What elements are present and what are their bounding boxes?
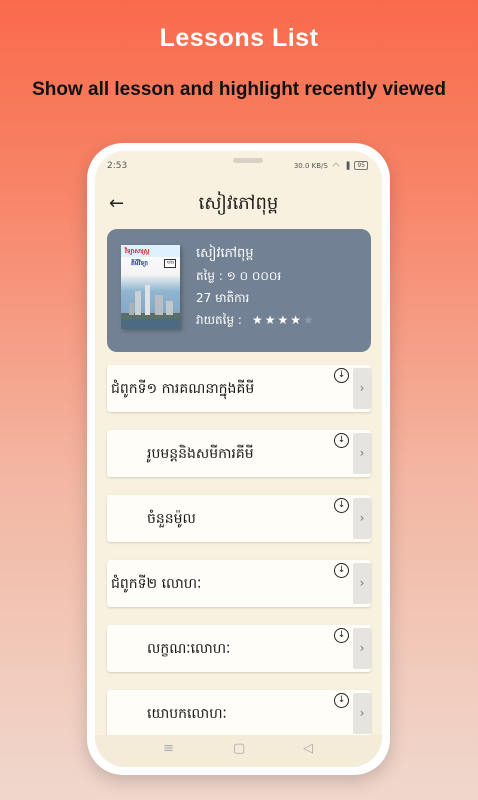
back-triangle-icon[interactable]: ◁ [303,741,313,756]
book-card: វិទ្យាសាស្ត្រ គីមីវិទ្យា ១២ សៀវភៅពុម្ព ត… [107,229,371,352]
star-icon: ★ [251,313,265,327]
status-bar: 2:53 30.0 KB/S ◠ ▐ 95 [95,159,382,175]
network-speed: 30.0 KB/S [293,161,328,170]
star-icon: ★ [264,313,278,327]
signal-icon: ▐ [343,161,350,170]
menu-icon[interactable]: ≡ [163,741,174,756]
rating-label: វាយតម្លៃ : [196,313,242,327]
star-icon: ★ [303,313,316,327]
battery-icon: 95 [354,161,368,170]
chevron-right-icon[interactable]: › [353,368,371,409]
lesson-label: ជំពូកទី២ លោហៈ [111,576,202,592]
download-circle-icon[interactable]: ↓ [334,563,349,578]
rating-stars: ★★★★★ [252,309,316,331]
chevron-right-icon[interactable]: › [353,498,371,539]
chevron-right-icon[interactable]: › [353,628,371,669]
lesson-item[interactable]: លក្ខណៈលោហៈ ↓ › [107,625,371,672]
book-title: សៀវភៅពុម្ព [196,246,254,261]
cover-badge: ១២ [164,259,176,268]
lesson-label: ចំនួនម៉ូល [147,511,196,527]
lesson-item[interactable]: រូបមន្តនិងសមីការគីមី ↓ › [107,430,371,477]
status-icons: 30.0 KB/S ◠ ▐ 95 [294,161,368,170]
home-square-icon[interactable]: ▢ [233,741,245,756]
book-info: សៀវភៅពុម្ព តម្លៃ : ១ ០ ០០០៛ 27 មាតិការ វ… [196,243,366,331]
cover-subtitle: គីមីវិទ្យា [131,260,148,267]
book-rating-row: វាយតម្លៃ : ★★★★★ [196,309,366,331]
book-lesson-count: 27 មាតិការ [196,291,250,305]
lesson-item[interactable]: យោបកលោហៈ ↓ › [107,690,371,737]
status-time: 2:53 [107,161,128,171]
chevron-right-icon[interactable]: › [353,563,371,604]
download-circle-icon[interactable]: ↓ [334,368,349,383]
star-icon: ★ [290,313,304,327]
download-circle-icon[interactable]: ↓ [334,693,349,708]
lesson-label: រូបមន្តនិងសមីការគីមី [147,446,254,462]
lesson-item[interactable]: ចំនួនម៉ូល ↓ › [107,495,371,542]
download-circle-icon[interactable]: ↓ [334,433,349,448]
factory-illustration [121,285,180,329]
page-title: សៀវភៅពុម្ព [198,193,279,214]
app-bar: ← សៀវភៅពុម្ព [95,185,382,221]
chevron-right-icon[interactable]: › [353,433,371,474]
promo-headline: Lessons List [159,24,319,52]
book-price: តម្លៃ : ១ ០ ០០០៛ [196,269,282,283]
chevron-right-icon[interactable]: › [353,693,371,734]
download-circle-icon[interactable]: ↓ [334,628,349,643]
book-cover-image: វិទ្យាសាស្ត្រ គីមីវិទ្យា ១២ [121,245,180,329]
wifi-icon: ◠ [332,161,339,170]
lesson-label: យោបកលោហៈ [147,706,227,722]
cover-title: វិទ្យាសាស្ត្រ [125,248,150,255]
promo-subheadline: Show all lesson and highlight recently v… [32,79,446,100]
phone-frame: 2:53 30.0 KB/S ◠ ▐ 95 ← សៀវភៅពុម្ព វិទ្យ… [87,143,390,775]
lesson-label: ជំពូកទី១ ការគណនាក្នុងគីមី [111,381,255,397]
app-screen: 2:53 30.0 KB/S ◠ ▐ 95 ← សៀវភៅពុម្ព វិទ្យ… [95,151,382,767]
lesson-item[interactable]: ជំពូកទី២ លោហៈ ↓ › [107,560,371,607]
star-icon: ★ [277,313,291,327]
download-circle-icon[interactable]: ↓ [334,498,349,513]
system-nav-bar: ≡ ▢ ◁ [95,735,382,767]
lesson-label: លក្ខណៈលោហៈ [147,641,231,657]
lesson-item[interactable]: ជំពូកទី១ ការគណនាក្នុងគីមី ↓ › [107,365,371,412]
